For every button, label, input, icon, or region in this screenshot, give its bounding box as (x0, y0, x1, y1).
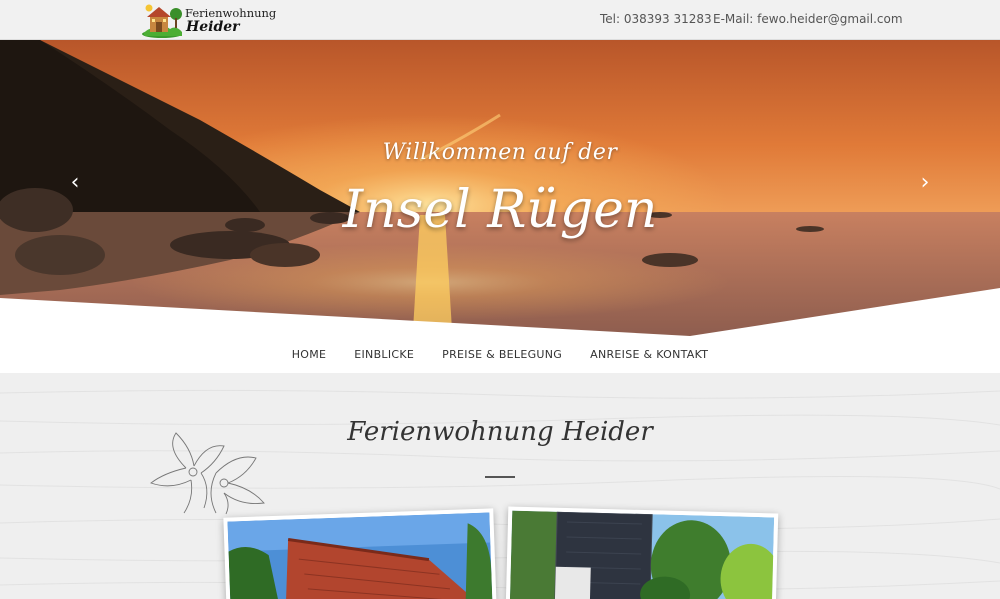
hero-title: Insel Rügen (342, 180, 658, 240)
hero-slider: Willkommen auf der Insel Rügen ‹ › (0, 40, 1000, 340)
nav-item-preise-belegung[interactable]: PREISE & BELEGUNG (442, 338, 562, 372)
logo-text-bottom: Heider (186, 19, 240, 35)
chevron-left-icon: ‹ (70, 170, 80, 195)
house-roof-image (227, 512, 493, 599)
slider-prev-button[interactable]: ‹ (63, 170, 87, 196)
site-logo[interactable]: Ferienwohnung Heider (140, 2, 276, 38)
section-title: Ferienwohnung Heider (347, 417, 653, 447)
garden-trees-image (509, 510, 775, 599)
phone-link[interactable]: Tel: 038393 31283 (600, 12, 712, 26)
main-navigation: HOME EINBLICKE PREISE & BELEGUNG ANREISE… (0, 338, 1000, 372)
nav-item-home[interactable]: HOME (292, 338, 327, 372)
intro-section: Ferienwohnung Heider (0, 373, 1000, 599)
email-link[interactable]: E-Mail: fewo.heider@gmail.com (713, 12, 903, 26)
top-bar: Ferienwohnung Heider Tel: 038393 31283 E… (0, 0, 1000, 40)
photo-house-exterior[interactable] (223, 508, 497, 599)
logo-text-top: Ferienwohnung (185, 6, 277, 20)
title-divider (485, 476, 515, 478)
house-logo-icon (142, 4, 182, 38)
hero-subtitle: Willkommen auf der (382, 140, 618, 165)
chevron-right-icon: › (920, 170, 930, 195)
photo-garden[interactable] (505, 506, 779, 599)
nav-item-anreise-kontakt[interactable]: ANREISE & KONTAKT (590, 338, 708, 372)
slider-next-button[interactable]: › (913, 170, 937, 196)
nav-item-einblicke[interactable]: EINBLICKE (354, 338, 414, 372)
